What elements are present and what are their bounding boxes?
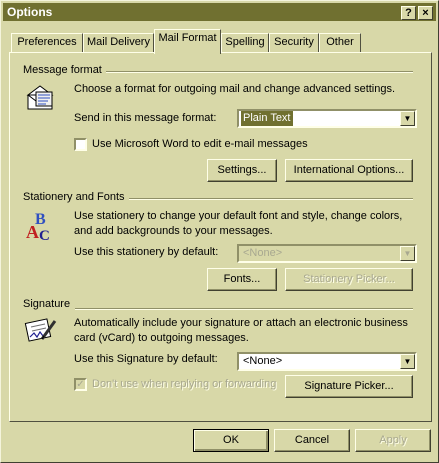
cancel-button[interactable]: Cancel	[274, 429, 350, 452]
send-format-select[interactable]: Plain Text ▼	[237, 109, 417, 128]
stationery-default-label: Use this stationery by default:	[74, 246, 219, 258]
tab-mail-format[interactable]: Mail Format	[154, 29, 221, 54]
stationery-fonts-icon: B A C	[26, 211, 50, 243]
window-title: Options	[7, 5, 53, 19]
svg-text:C: C	[39, 228, 50, 243]
message-format-description: Choose a format for outgoing mail and ch…	[74, 83, 396, 95]
svg-text:A: A	[26, 222, 39, 242]
options-dialog: Options ? × Preferences Mail Delivery Ma…	[0, 0, 439, 463]
tab-spelling[interactable]: Spelling	[221, 33, 269, 53]
chevron-down-icon[interactable]: ▼	[400, 246, 415, 261]
send-format-label: Send in this message format:	[74, 112, 217, 124]
stationery-value: <None>	[243, 247, 283, 259]
tab-mail-delivery[interactable]: Mail Delivery	[83, 33, 154, 53]
stationery-divider	[127, 198, 413, 200]
dont-use-when-replying-label: Don't use when replying or forwarding	[92, 378, 277, 390]
signature-select[interactable]: <None> ▼	[237, 352, 417, 371]
stationery-description-1: Use stationery to change your default fo…	[74, 210, 403, 222]
international-options-button[interactable]: International Options...	[285, 159, 413, 182]
chevron-down-icon[interactable]: ▼	[400, 354, 415, 369]
signature-picker-button[interactable]: Signature Picker...	[285, 375, 413, 398]
tab-strip: Preferences Mail Delivery Mail Format Sp…	[11, 29, 431, 54]
tab-other[interactable]: Other	[319, 33, 361, 53]
ok-button[interactable]: OK	[193, 429, 269, 452]
use-word-label: Use Microsoft Word to edit e-mail messag…	[92, 138, 308, 150]
stationery-title: Stationery and Fonts	[23, 191, 129, 203]
stationery-picker-button[interactable]: Stationery Picker...	[285, 268, 413, 291]
fonts-button[interactable]: Fonts...	[207, 268, 277, 291]
tab-preferences[interactable]: Preferences	[11, 33, 83, 53]
mail-format-icon	[26, 85, 54, 110]
message-format-divider	[101, 71, 413, 73]
tab-security[interactable]: Security	[269, 33, 319, 53]
signature-default-label: Use this Signature by default:	[74, 353, 218, 365]
send-format-value: Plain Text	[241, 111, 293, 126]
signature-divider	[75, 308, 413, 310]
signature-description-2: card (vCard) to outgoing messages.	[74, 332, 249, 344]
signature-title: Signature	[23, 298, 75, 310]
signature-value: <None>	[243, 355, 283, 367]
close-button[interactable]: ×	[418, 6, 433, 20]
dont-use-when-replying-checkbox[interactable]: ✓	[74, 378, 87, 391]
stationery-select[interactable]: <None> ▼	[237, 244, 417, 263]
stationery-description-2: and add backgrounds to your messages.	[74, 225, 273, 237]
signature-description-1: Automatically include your signature or …	[74, 317, 408, 329]
help-button[interactable]: ?	[401, 6, 416, 20]
chevron-down-icon[interactable]: ▼	[400, 111, 415, 126]
settings-button[interactable]: Settings...	[207, 159, 277, 182]
use-word-checkbox[interactable]	[74, 138, 87, 151]
title-bar[interactable]: Options ? ×	[3, 3, 436, 21]
apply-button[interactable]: Apply	[355, 429, 431, 452]
signature-icon	[24, 318, 57, 342]
message-format-title: Message format	[23, 64, 106, 76]
